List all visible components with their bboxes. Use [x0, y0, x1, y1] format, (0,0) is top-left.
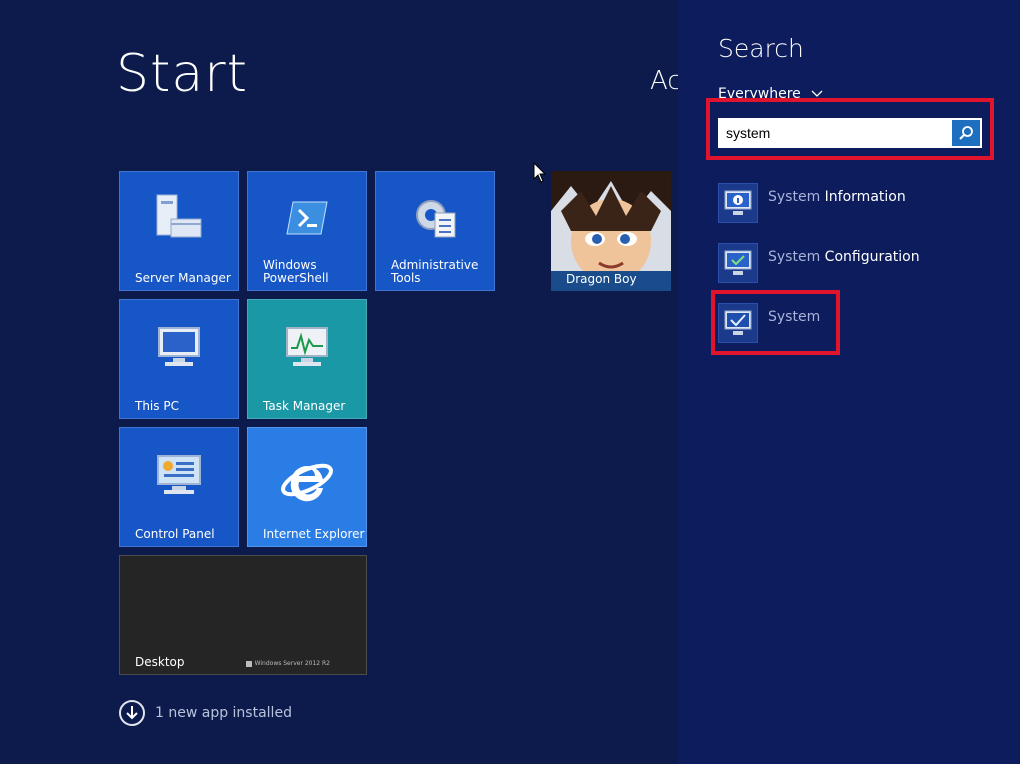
administrative-tools-icon [416, 200, 456, 238]
system-information-icon [718, 183, 758, 223]
tile-desktop[interactable]: Desktop Windows Server 2012 R2 [119, 555, 367, 675]
tile-windows-powershell[interactable]: Windows PowerShell [247, 171, 367, 291]
system-icon [718, 303, 758, 343]
tile-label: This PC [135, 399, 179, 413]
tile-label: Control Panel [135, 527, 215, 541]
result-label: System Configuration [768, 249, 920, 265]
start-title: Start [116, 44, 249, 104]
start-screen: Start Ac Server Manager Windows PowerShe… [0, 0, 678, 764]
control-panel-icon [157, 455, 201, 494]
new-app-installed-notification[interactable]: 1 new app installed [119, 700, 292, 726]
windows-server-watermark: Windows Server 2012 R2 [245, 660, 330, 667]
search-result-system[interactable]: System [718, 303, 820, 343]
tile-administrative-tools[interactable]: Administrative Tools [375, 171, 495, 291]
tile-label: Internet Explorer [263, 527, 365, 541]
search-button[interactable] [952, 120, 980, 146]
search-box [718, 118, 982, 148]
task-manager-icon [286, 327, 328, 366]
internet-explorer-icon [281, 463, 333, 502]
user-account-name[interactable]: Ac [650, 66, 678, 96]
download-arrow-icon [119, 700, 145, 726]
tile-internet-explorer[interactable]: Internet Explorer [247, 427, 367, 547]
notification-text: 1 new app installed [155, 705, 292, 721]
search-pane: Search Everywhere System Informatio [678, 0, 1020, 764]
tile-label: Server Manager [135, 271, 231, 285]
tile-task-manager[interactable]: Task Manager [247, 299, 367, 419]
tile-server-manager[interactable]: Server Manager [119, 171, 239, 291]
result-label: System [768, 309, 821, 325]
tile-user-avatar[interactable]: Dragon Boy [551, 171, 671, 291]
search-title: Search [718, 34, 804, 63]
search-result-system-configuration[interactable]: System Configuration [718, 243, 920, 283]
result-label: System Information [768, 189, 906, 205]
chevron-down-icon [811, 90, 823, 97]
search-icon [959, 126, 973, 140]
tile-label: Administrative Tools [391, 258, 479, 285]
windows-logo-icon [245, 660, 252, 667]
tile-control-panel[interactable]: Control Panel [119, 427, 239, 547]
computer-icon [158, 327, 200, 366]
system-configuration-icon [718, 243, 758, 283]
powershell-icon [286, 201, 328, 235]
search-input[interactable] [718, 118, 950, 148]
search-result-system-information[interactable]: System Information [718, 183, 906, 223]
tile-label: Windows PowerShell [263, 258, 329, 285]
mouse-cursor-icon [533, 162, 547, 183]
tile-this-pc[interactable]: This PC [119, 299, 239, 419]
tile-label: Task Manager [263, 399, 346, 413]
server-manager-icon [156, 194, 202, 238]
tile-label: Desktop [135, 655, 185, 669]
tile-label: Dragon Boy [566, 272, 637, 286]
